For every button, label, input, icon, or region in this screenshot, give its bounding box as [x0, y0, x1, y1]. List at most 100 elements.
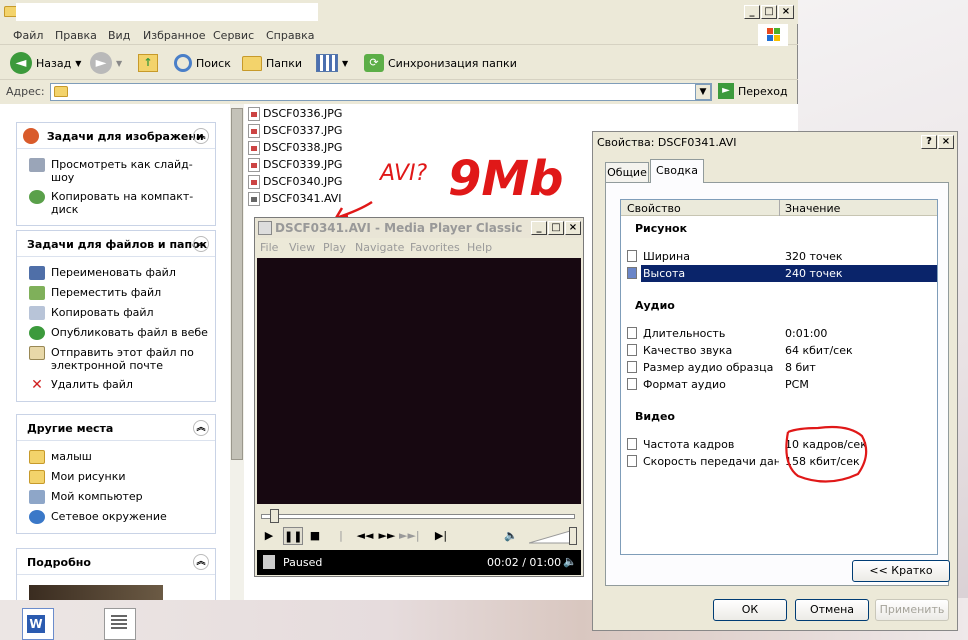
row-audio-quality[interactable]: Качество звука 64 кбит/сек: [621, 342, 937, 359]
slideshow-task[interactable]: Просмотреть как слайд-шоу: [17, 155, 215, 187]
file-tasks-header[interactable]: Задачи для файлов и папок ︽: [17, 231, 215, 257]
video-area[interactable]: [257, 258, 581, 504]
details-header[interactable]: Подробно ︽: [17, 549, 215, 575]
player-close-button[interactable]: ×: [565, 221, 581, 235]
search-button[interactable]: Поиск: [174, 52, 231, 74]
simple-view-button[interactable]: << Кратко: [852, 560, 950, 582]
place-malysh[interactable]: малыш: [17, 447, 215, 467]
cancel-button[interactable]: Отмена: [795, 599, 869, 621]
folders-icon: [242, 55, 262, 71]
help-button[interactable]: ?: [921, 135, 937, 149]
place-network[interactable]: Сетевое окружение: [17, 507, 215, 527]
player-menu-navigate[interactable]: Navigate: [355, 241, 404, 254]
folders-button[interactable]: Папки: [242, 52, 302, 74]
menu-file[interactable]: Файл: [13, 29, 43, 42]
image-tasks-header[interactable]: Задачи для изображени ︽: [17, 123, 215, 149]
file-item[interactable]: DSCF0336.JPG: [248, 105, 342, 122]
collapse-icon[interactable]: ︽: [193, 236, 209, 252]
text-document-icon[interactable]: [104, 608, 136, 640]
player-minimize-button[interactable]: _: [531, 221, 547, 235]
go-button[interactable]: ► Переход: [718, 83, 788, 99]
word-document-icon[interactable]: W: [22, 608, 54, 640]
player-menu-play[interactable]: Play: [323, 241, 346, 254]
delete-file-task[interactable]: ✕ Удалить файл: [17, 375, 215, 395]
collapse-icon[interactable]: ︽: [193, 554, 209, 570]
tab-summary[interactable]: Сводка: [650, 159, 704, 183]
go-label: Переход: [738, 84, 788, 98]
frame-step-button[interactable]: ▶|: [431, 527, 451, 545]
sync-folder-button[interactable]: ⟳ Синхронизация папки: [364, 52, 517, 74]
cd-icon: [29, 190, 45, 204]
menu-tools[interactable]: Сервис: [213, 29, 254, 42]
up-folder-button[interactable]: ↑: [138, 52, 158, 74]
player-menu-favorites[interactable]: Favorites: [410, 241, 460, 254]
seek-thumb[interactable]: [270, 509, 279, 523]
explorer-titlebar[interactable]: _ □ ×: [0, 0, 798, 24]
play-button[interactable]: ▶: [259, 527, 279, 545]
properties-close-button[interactable]: ×: [938, 135, 954, 149]
address-dropdown-button[interactable]: ▼: [695, 84, 711, 100]
other-places-panel: Другие места ︽ малыш Мои рисунки Мой ком…: [16, 414, 216, 534]
column-value[interactable]: Значение: [785, 202, 840, 215]
pause-button[interactable]: ❚❚: [283, 527, 303, 545]
explorer-toolbar: ◄ Назад ▼ ► ▼ ↑ Поиск Папки ▼ ⟳ Синхрони…: [0, 46, 798, 80]
move-file-task[interactable]: Переместить файл: [17, 283, 215, 303]
menu-favorites[interactable]: Избранное: [143, 29, 205, 42]
details-panel: Подробно ︽: [16, 548, 216, 600]
email-file-task[interactable]: Отправить этот файл по электронной почте: [17, 343, 215, 375]
explorer-menubar: Файл Правка Вид Избранное Сервис Справка: [0, 25, 798, 45]
views-button[interactable]: ▼: [316, 52, 348, 74]
file-item[interactable]: DSCF0339.JPG: [248, 156, 342, 173]
collapse-icon[interactable]: ︽: [193, 128, 209, 144]
row-value: PCM: [785, 378, 809, 391]
file-item[interactable]: DSCF0338.JPG: [248, 139, 342, 156]
address-input[interactable]: [50, 83, 712, 101]
stop-button[interactable]: ■: [305, 527, 325, 545]
player-menu-help[interactable]: Help: [467, 241, 492, 254]
row-sample-size[interactable]: Размер аудио образца 8 бит: [621, 359, 937, 376]
rewind-button[interactable]: ◄◄: [355, 527, 375, 545]
row-audio-format[interactable]: Формат аудио PCM: [621, 376, 937, 393]
collapse-icon[interactable]: ︽: [193, 420, 209, 436]
tab-general[interactable]: Общие: [605, 162, 649, 182]
player-menu-view[interactable]: View: [289, 241, 315, 254]
file-item[interactable]: DSCF0340.JPG: [248, 173, 342, 190]
copy-file-task[interactable]: Копировать файл: [17, 303, 215, 323]
row-duration[interactable]: Длительность 0:01:00: [621, 325, 937, 342]
place-my-pictures[interactable]: Мои рисунки: [17, 467, 215, 487]
place-my-computer[interactable]: Мой компьютер: [17, 487, 215, 507]
speaker-icon[interactable]: 🔈: [501, 527, 521, 545]
other-places-header[interactable]: Другие места ︽: [17, 415, 215, 441]
copy-to-cd-task[interactable]: Копировать на компакт-диск: [17, 187, 215, 219]
menu-view[interactable]: Вид: [108, 29, 130, 42]
file-item[interactable]: DSCF0337.JPG: [248, 122, 342, 139]
fast-forward-button[interactable]: ►►: [377, 527, 397, 545]
row-height-selected[interactable]: Высота 240 точек: [621, 265, 937, 282]
menu-help[interactable]: Справка: [266, 29, 314, 42]
maximize-button[interactable]: □: [761, 5, 777, 19]
move-icon: [29, 286, 45, 300]
back-button[interactable]: ◄ Назад ▼: [10, 52, 81, 74]
row-width[interactable]: Ширина 320 точек: [621, 248, 937, 265]
player-menu-file[interactable]: File: [260, 241, 278, 254]
ok-button[interactable]: ОК: [713, 599, 787, 621]
column-property[interactable]: Свойство: [627, 202, 681, 215]
minimize-button[interactable]: _: [744, 5, 760, 19]
seek-bar[interactable]: [259, 508, 579, 524]
properties-titlebar[interactable]: Свойства: DSCF0341.AVI ? ×: [593, 132, 957, 152]
file-item-selected[interactable]: DSCF0341.AVI: [248, 190, 342, 207]
prev-button[interactable]: |◄◄: [331, 527, 351, 560]
publish-file-task[interactable]: Опубликовать файл в вебе: [17, 323, 215, 343]
player-maximize-button[interactable]: □: [548, 221, 564, 235]
seek-track[interactable]: [261, 514, 575, 519]
close-button[interactable]: ×: [778, 5, 794, 19]
player-titlebar[interactable]: DSCF0341.AVI - Media Player Classic _ □ …: [255, 218, 583, 238]
next-button[interactable]: ►►|: [399, 527, 420, 545]
rename-file-task[interactable]: Переименовать файл: [17, 263, 215, 283]
apply-button[interactable]: Применить: [875, 599, 949, 621]
column-divider[interactable]: [779, 200, 780, 216]
menu-edit[interactable]: Правка: [55, 29, 97, 42]
forward-button[interactable]: ► ▼: [90, 52, 122, 74]
task-pane-scroll-thumb[interactable]: [231, 108, 243, 460]
volume-thumb[interactable]: [569, 527, 577, 545]
